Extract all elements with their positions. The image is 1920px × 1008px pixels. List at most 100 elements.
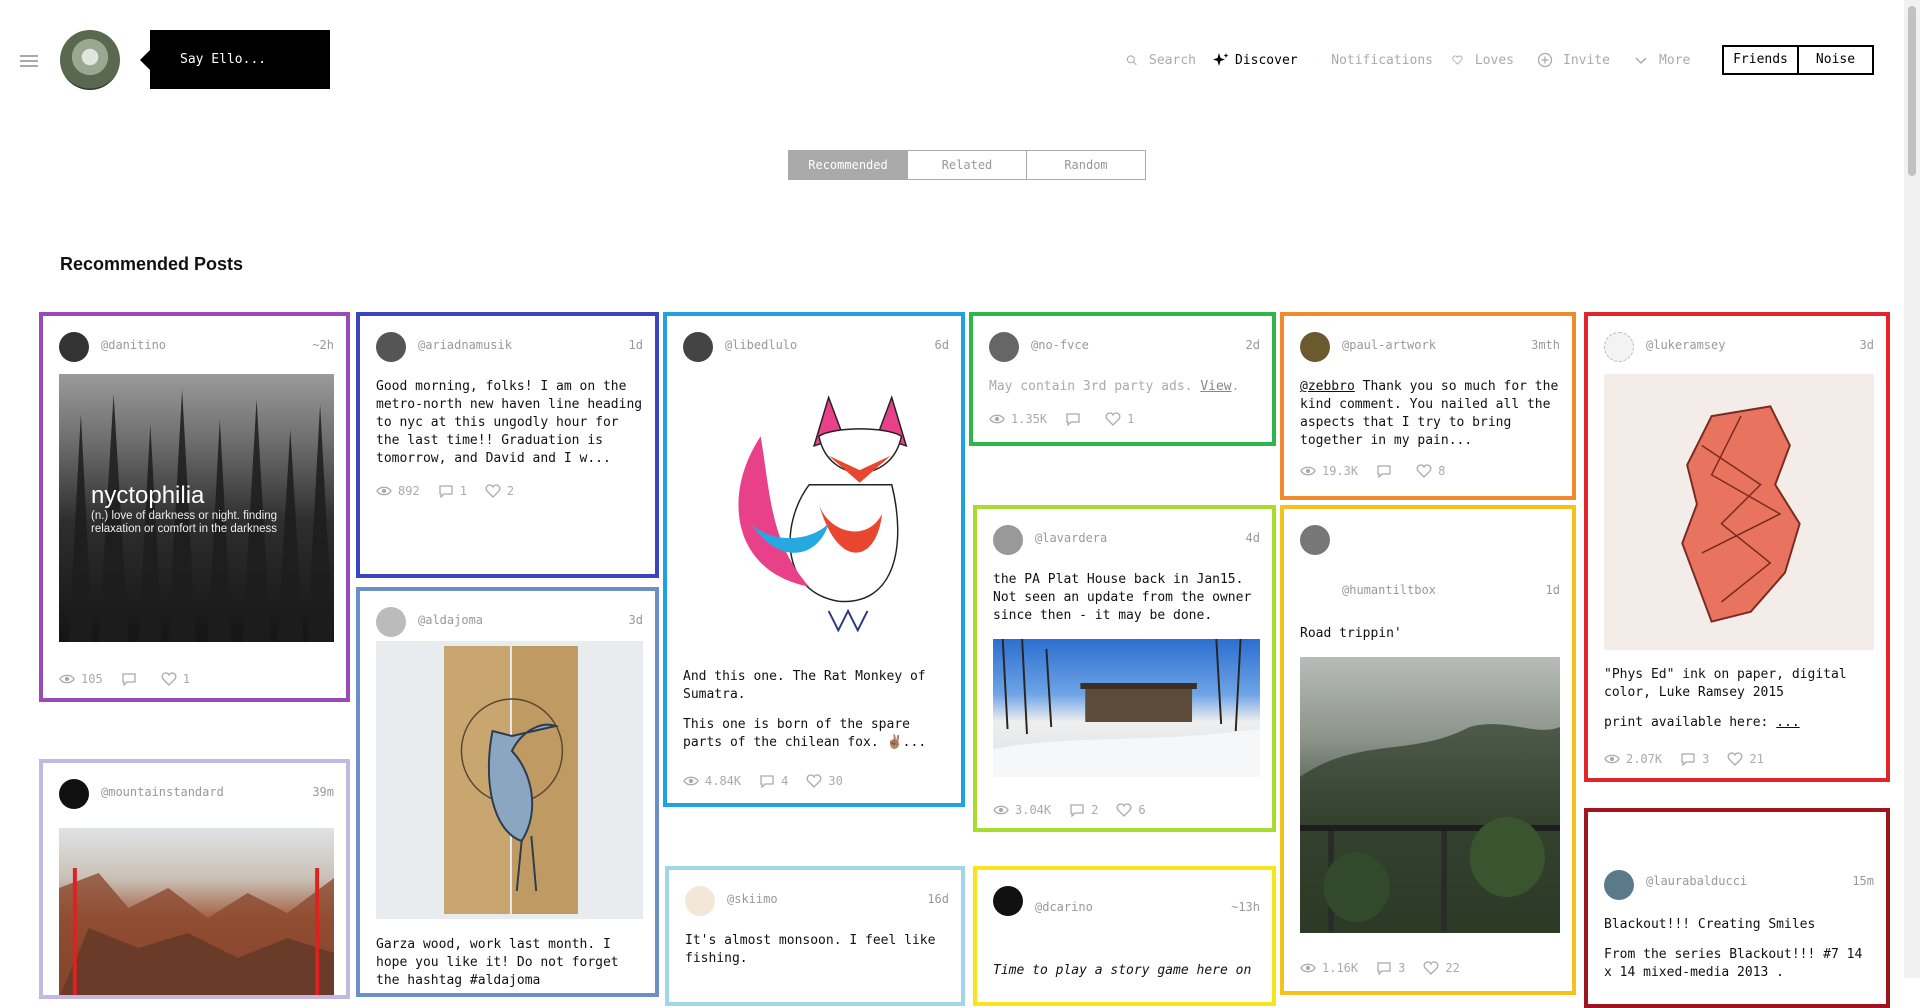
post-time: 39m — [312, 785, 334, 799]
post-image[interactable] — [683, 374, 949, 644]
post-card[interactable]: @lavardera 4d the PA Plat House back in … — [973, 505, 1276, 832]
nav-more[interactable]: More — [1633, 48, 1690, 72]
nav-discover[interactable]: Discover — [1213, 48, 1298, 72]
nav-loves[interactable]: Loves — [1452, 48, 1514, 72]
post-time: 2d — [1245, 338, 1260, 352]
loves-stat[interactable]: 1 — [161, 672, 190, 686]
views-stat[interactable]: 2.07K — [1604, 752, 1662, 766]
eye-icon — [989, 412, 1005, 426]
views-count: 105 — [81, 672, 103, 686]
post-card[interactable]: @lukeramsey 3d "Phys Ed" ink on paper, d… — [1584, 312, 1890, 782]
avatar[interactable] — [993, 886, 1023, 916]
friends-button[interactable]: Friends — [1724, 47, 1797, 73]
ad-notice: May contain 3rd party ads. View. — [989, 379, 1240, 394]
comments-stat[interactable]: 2 — [1069, 803, 1098, 817]
nav-search[interactable]: Search — [1126, 48, 1196, 72]
loves-stat[interactable]: 8 — [1416, 464, 1445, 478]
avatar[interactable] — [993, 525, 1023, 555]
scrollbar-thumb[interactable] — [1908, 6, 1916, 176]
read-more-link[interactable]: ... — [1776, 715, 1799, 730]
post-image[interactable] — [1300, 657, 1560, 933]
post-card[interactable]: @libedlulo 6d And this one. The Rat Monk… — [663, 312, 965, 807]
views-stat[interactable]: 19.3K — [1300, 464, 1358, 478]
avatar[interactable] — [685, 886, 715, 916]
post-card[interactable]: @laurabalducci 15m Blackout!!! Creating … — [1584, 808, 1890, 1008]
mention-link[interactable]: @zebbro — [1300, 379, 1355, 394]
loves-stat[interactable]: 2 — [485, 484, 514, 498]
comments-stat[interactable]: 3 — [1680, 752, 1709, 766]
post-time: ~13h — [1231, 900, 1260, 914]
post-username[interactable]: @lukeramsey — [1646, 338, 1725, 352]
post-username[interactable]: @no-fvce — [1031, 338, 1089, 352]
post-card[interactable]: @humantiltbox 1d Road trippin' 1.16K 3 2… — [1280, 505, 1576, 995]
tab-random[interactable]: Random — [1026, 151, 1145, 179]
post-image[interactable] — [59, 828, 334, 995]
post-username[interactable]: @humantiltbox — [1342, 583, 1436, 597]
post-username[interactable]: @paul-artwork — [1342, 338, 1436, 352]
post-card[interactable]: @aldajoma 3d Garza wood, work last month… — [356, 587, 659, 997]
nav-invite[interactable]: Invite — [1537, 48, 1610, 72]
tab-related[interactable]: Related — [907, 151, 1026, 179]
views-stat[interactable]: 892 — [376, 484, 420, 498]
nav-discover-label: Discover — [1235, 52, 1298, 68]
views-stat[interactable]: 1.35K — [989, 412, 1047, 426]
my-avatar[interactable] — [60, 30, 120, 90]
avatar[interactable] — [1604, 332, 1634, 362]
post-image[interactable]: nyctophilia (n.) love of darkness or nig… — [59, 374, 334, 642]
avatar[interactable] — [1604, 870, 1634, 900]
loves-stat[interactable]: 6 — [1116, 803, 1146, 817]
loves-stat[interactable]: 22 — [1423, 961, 1460, 975]
loves-stat[interactable]: 1 — [1105, 412, 1134, 426]
plus-circle-icon — [1537, 52, 1553, 68]
post-card[interactable]: @danitino ~2h nyctophilia (n.) love of d… — [39, 312, 350, 702]
comments-stat[interactable] — [1065, 412, 1087, 426]
post-username[interactable]: @ariadnamusik — [418, 338, 512, 352]
post-username[interactable]: @lavardera — [1035, 531, 1107, 545]
post-card[interactable]: @ariadnamusik 1d Good morning, folks! I … — [356, 312, 659, 578]
post-card[interactable]: @dcarino ~13h Time to play a story game … — [973, 866, 1276, 1006]
nav-notifications[interactable]: Notifications — [1318, 48, 1433, 72]
post-time: 3mth — [1531, 338, 1560, 352]
post-image[interactable] — [1604, 374, 1874, 650]
post-time: 15m — [1852, 874, 1874, 888]
views-stat[interactable]: 1.16K — [1300, 961, 1358, 975]
comments-stat[interactable]: 4 — [759, 774, 788, 788]
post-username[interactable]: @skiimo — [727, 892, 778, 906]
avatar[interactable] — [1300, 525, 1330, 555]
post-image[interactable] — [993, 638, 1260, 777]
post-username[interactable]: @danitino — [101, 338, 166, 352]
post-username[interactable]: @laurabalducci — [1646, 874, 1747, 888]
views-stat[interactable]: 4.84K — [683, 774, 741, 788]
post-image[interactable] — [376, 641, 643, 919]
post-username[interactable]: @aldajoma — [418, 613, 483, 627]
comments-stat[interactable]: 1 — [438, 484, 467, 498]
avatar[interactable] — [683, 332, 713, 362]
view-ad-link[interactable]: View — [1200, 379, 1231, 394]
avatar[interactable] — [59, 779, 89, 809]
post-card[interactable]: @mountainstandard 39m — [39, 759, 350, 999]
views-stat[interactable]: 3.04K — [993, 803, 1051, 817]
post-card[interactable]: @no-fvce 2d May contain 3rd party ads. V… — [969, 312, 1276, 446]
post-username[interactable]: @libedlulo — [725, 338, 797, 352]
scrollbar[interactable] — [1904, 0, 1920, 978]
noise-button[interactable]: Noise — [1797, 47, 1872, 73]
avatar[interactable] — [376, 607, 406, 637]
nav-loves-label: Loves — [1474, 52, 1514, 68]
avatar[interactable] — [59, 332, 89, 362]
post-card[interactable]: @skiimo 16d It's almost monsoon. I feel … — [665, 866, 965, 1006]
post-card[interactable]: @paul-artwork 3mth @zebbro Thank you so … — [1280, 312, 1576, 500]
avatar[interactable] — [989, 332, 1019, 362]
comments-stat[interactable] — [1376, 464, 1398, 478]
comments-stat[interactable] — [121, 672, 143, 686]
views-stat[interactable]: 105 — [59, 672, 103, 686]
loves-stat[interactable]: 21 — [1727, 752, 1764, 766]
avatar[interactable] — [376, 332, 406, 362]
post-username[interactable]: @mountainstandard — [101, 785, 224, 799]
tab-recommended[interactable]: Recommended — [789, 151, 907, 179]
post-username[interactable]: @dcarino — [1035, 900, 1093, 914]
loves-stat[interactable]: 30 — [806, 774, 843, 788]
hamburger-menu-icon[interactable] — [20, 55, 38, 67]
say-ello-button[interactable]: Say Ello... — [140, 30, 330, 89]
avatar[interactable] — [1300, 332, 1330, 362]
comments-stat[interactable]: 3 — [1376, 961, 1405, 975]
